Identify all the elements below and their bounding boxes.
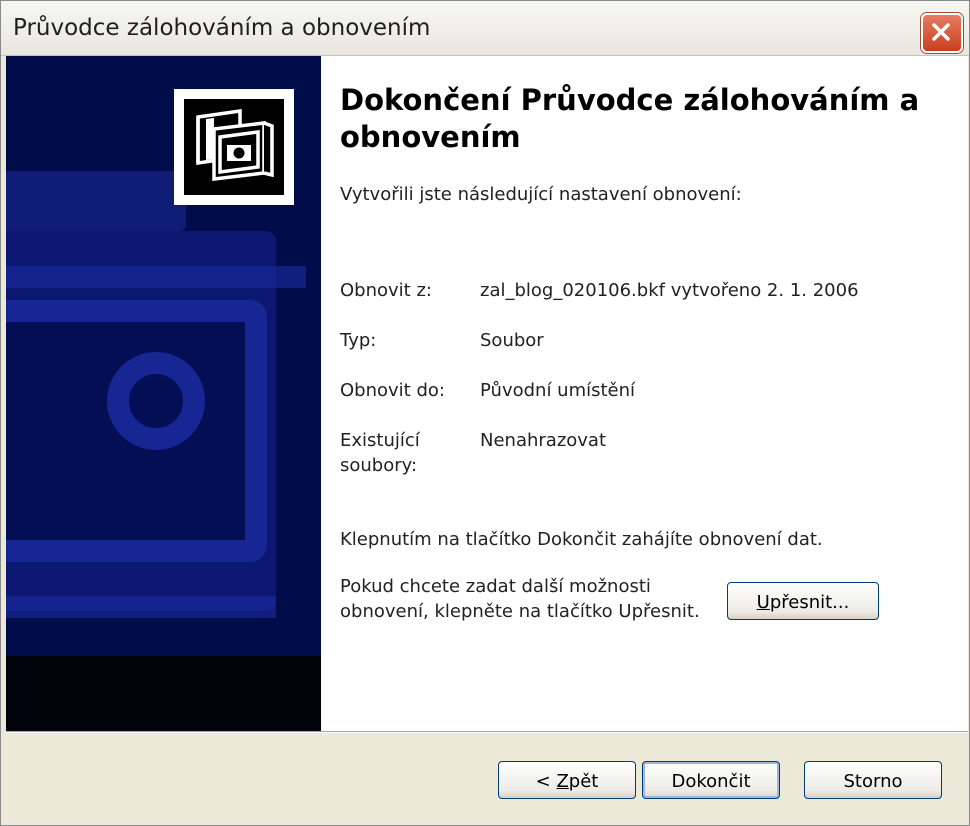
summary-intro: Vytvořili jste následující nastavení obn… — [340, 184, 742, 205]
window-title: Průvodce zálohováním a obnovením — [13, 15, 431, 41]
wizard-content: Dokončení Průvodce zálohováním a obnoven… — [321, 56, 968, 731]
back-button-prefix: < — [535, 770, 557, 792]
finish-button-label: Dokončit — [671, 770, 751, 792]
finish-button[interactable]: Dokončit — [642, 761, 780, 799]
wizard-logo — [174, 89, 294, 205]
finish-hint: Klepnutím na tlačítko Dokončit zahájíte … — [340, 529, 823, 550]
advanced-button[interactable]: Upřesnit... — [727, 582, 879, 620]
footer-separator — [6, 731, 968, 733]
banner-bottom-strip — [6, 656, 321, 731]
summary-value-existing-files: Nenahrazovat — [480, 430, 607, 451]
close-button[interactable] — [921, 13, 963, 53]
summary-value-type: Soubor — [480, 330, 544, 351]
cancel-button[interactable]: Storno — [804, 761, 942, 799]
summary-label-type: Typ: — [340, 330, 377, 351]
summary-value-restore-from: zal_blog_020106.bkf vytvořeno 2. 1. 2006 — [480, 280, 859, 301]
wizard-window: Průvodce zálohováním a obnovením Dokonče… — [0, 0, 970, 826]
page-title: Dokončení Průvodce zálohováním a obnoven… — [340, 83, 920, 154]
backup-tape-icon — [196, 108, 274, 181]
summary-label-restore-to: Obnovit do: — [340, 380, 445, 401]
close-icon — [932, 23, 950, 41]
back-button-text: pět — [568, 770, 599, 792]
advanced-button-text: přesnit... — [769, 591, 850, 613]
summary-label-restore-from: Obnovit z: — [340, 280, 432, 301]
back-button-label: < Zpět — [536, 771, 599, 792]
wizard-banner — [6, 56, 321, 731]
back-button-mnemonic: Z — [556, 770, 569, 792]
advanced-button-label: Upřesnit... — [757, 592, 850, 613]
advanced-options-hint: Pokud chcete zadat další možnosti obnove… — [340, 576, 700, 622]
logo-background — [184, 99, 284, 195]
summary-label-existing-files: Existující soubory: — [340, 430, 420, 476]
summary-value-restore-to: Původní umístění — [480, 380, 636, 401]
cancel-button-label: Storno — [843, 770, 903, 792]
back-button[interactable]: < Zpět — [498, 761, 636, 799]
advanced-button-mnemonic: U — [756, 591, 770, 613]
title-bar[interactable]: Průvodce zálohováním a obnovením — [1, 1, 969, 56]
